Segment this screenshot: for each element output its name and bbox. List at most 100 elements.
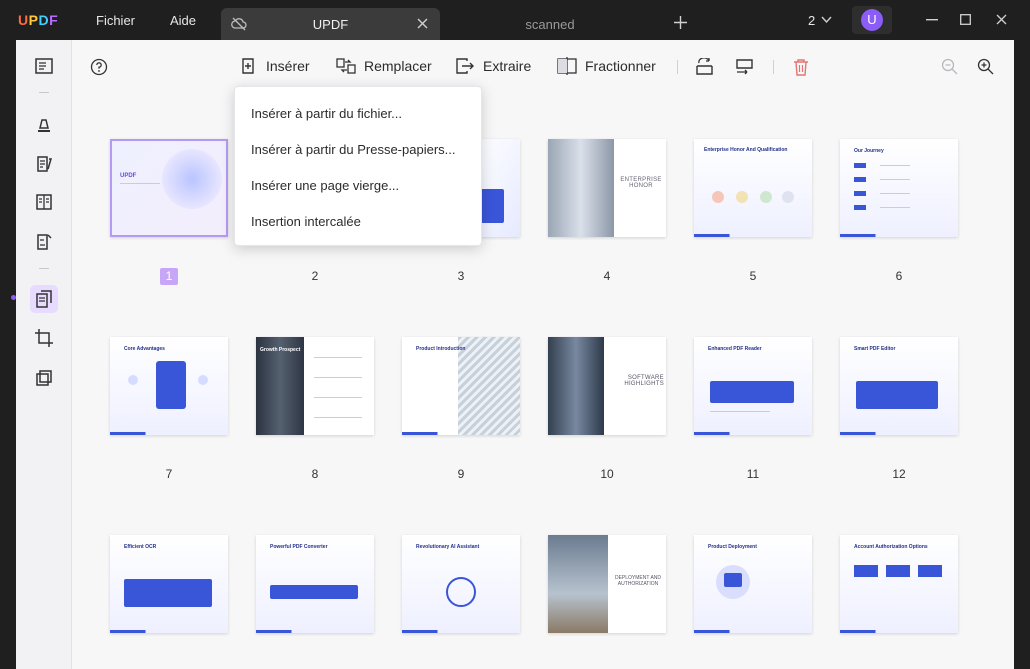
page-number: 6 [895,269,903,283]
toolbar-divider [773,60,774,74]
page-title: Efficient OCR [124,544,157,550]
page-number: 10 [600,467,614,481]
page-thumbnail-16[interactable]: DEPLOYMENT AND AUTHORIZATION [548,535,666,633]
crop-icon [35,329,53,347]
rotate-right-icon[interactable] [735,58,754,76]
zoom-out-icon[interactable] [941,58,958,75]
page-thumbnail-18[interactable]: Account Authorization Options [840,535,958,633]
page-title: Powerful PDF Converter [270,544,328,550]
tab-updf[interactable]: UPDF [221,8,440,40]
page-title: Account Authorization Options [854,544,928,550]
page-title: Growth Prospect [260,347,301,353]
reader-icon [35,58,53,74]
insert-from-file-item[interactable]: Insérer à partir du fichier... [251,106,402,121]
page-title: ENTERPRISE HONOR [620,177,662,189]
page-thumbnail-7[interactable]: Core Advantages [110,337,228,435]
page-number: 5 [749,269,757,283]
page-thumbnail-12[interactable]: Smart PDF Editor [840,337,958,435]
page-thumbnail-14[interactable]: Powerful PDF Converter [256,535,374,633]
page-thumbnail-5[interactable]: Enterprise Honor And Qualification [694,139,812,237]
new-tab-icon[interactable] [674,16,687,29]
page-number: 4 [603,269,611,283]
page-thumbnail-17[interactable]: Product Deployment [694,535,812,633]
page-thumbnail-4[interactable]: ENTERPRISE HONOR [548,139,666,237]
insert-dropdown-menu: Insérer à partir du fichier... Insérer à… [234,86,482,246]
page-number: 12 [892,467,906,481]
page-title: Core Advantages [124,346,165,352]
insert-blank-page-item[interactable]: Insérer une page vierge... [251,178,399,193]
page-thumbnail-10[interactable]: SOFTWARE HIGHLIGHTS [548,337,666,435]
layers-icon [36,370,52,386]
replace-icon [336,58,356,74]
split-button[interactable]: Fractionner [557,57,656,75]
rotate-left-icon[interactable] [695,58,714,76]
tab-scanned[interactable]: scanned [455,8,645,40]
page-title: Our Journey [854,148,884,154]
crop-button[interactable] [30,324,58,352]
insert-from-clipboard-item[interactable]: Insérer à partir du Presse-papiers... [251,142,455,157]
main-area: Insérer Remplacer Extraire Fractionner U… [72,40,1014,669]
page-title: DEPLOYMENT AND AUTHORIZATION [614,575,662,587]
minimize-icon[interactable] [926,19,938,21]
replace-button[interactable]: Remplacer [336,57,432,75]
form-button[interactable] [30,188,58,216]
insert-page-icon [242,58,254,74]
page-thumbnail-8[interactable]: Growth Prospect [256,337,374,435]
replace-label: Remplacer [364,58,432,74]
extract-label: Extraire [483,58,532,74]
close-window-icon[interactable] [996,14,1007,25]
title-bar: UPDF Fichier Aide UPDF scanned 2 U [0,0,1030,40]
tab-label: UPDF [312,17,349,32]
tools-button[interactable] [30,364,58,392]
organize-pages-icon [36,290,52,308]
active-indicator [11,295,16,300]
page-title: UPDF [120,173,137,179]
close-tab-icon[interactable] [417,18,428,29]
edit-button[interactable] [30,150,58,178]
page-title: Product Deployment [708,544,757,550]
organize-pages-button[interactable] [30,285,58,313]
zoom-in-icon[interactable] [977,58,994,75]
form-icon [36,194,52,210]
page-thumbnail-6[interactable]: Our Journey [840,139,958,237]
menu-file[interactable]: Fichier [96,13,135,28]
page-title: SOFTWARE HIGHLIGHTS [624,375,664,387]
interleave-insert-item[interactable]: Insertion intercalée [251,214,361,229]
fill-sign-button[interactable] [30,228,58,256]
trash-icon[interactable] [793,58,809,76]
page-title: Smart PDF Editor [854,346,896,352]
page-number: 8 [311,467,319,481]
comment-button[interactable] [30,110,58,138]
avatar[interactable]: U [861,9,883,31]
page-thumbnail-9[interactable]: Product Introduction [402,337,520,435]
split-label: Fractionner [585,58,656,74]
help-icon[interactable] [90,58,108,76]
menu-help[interactable]: Aide [170,13,196,28]
fill-sign-icon [37,234,52,250]
page-thumbnail-1[interactable]: UPDF [110,139,228,237]
page-title: Enterprise Honor And Qualification [704,147,788,153]
organize-toolbar: Insérer Remplacer Extraire Fractionner [72,40,1014,94]
page-title: Revolutionary AI Assistant [416,544,480,550]
page-thumbnail-13[interactable]: Efficient OCR [110,535,228,633]
page-number: 7 [165,467,173,481]
left-sidebar [16,40,72,669]
insert-button[interactable]: Insérer [240,57,310,75]
highlighter-icon [38,119,50,132]
page-thumbnail-11[interactable]: Enhanced PDF Reader [694,337,812,435]
page-title: Enhanced PDF Reader [708,346,762,352]
toolbar-divider [677,60,678,74]
window-count: 2 [808,13,816,28]
chevron-down-icon[interactable] [821,16,832,24]
page-number: 9 [457,467,465,481]
tab-label: scanned [525,17,575,32]
page-thumbnail-15[interactable]: Revolutionary AI Assistant [402,535,520,633]
reader-mode-button[interactable] [30,52,58,80]
page-number: 3 [457,269,465,283]
page-number: 11 [746,467,760,481]
extract-button[interactable]: Extraire [455,57,531,75]
maximize-icon[interactable] [960,14,971,25]
user-area[interactable]: U [852,6,892,34]
page-number-badge: 1 [160,268,178,285]
insert-label: Insérer [266,58,310,74]
